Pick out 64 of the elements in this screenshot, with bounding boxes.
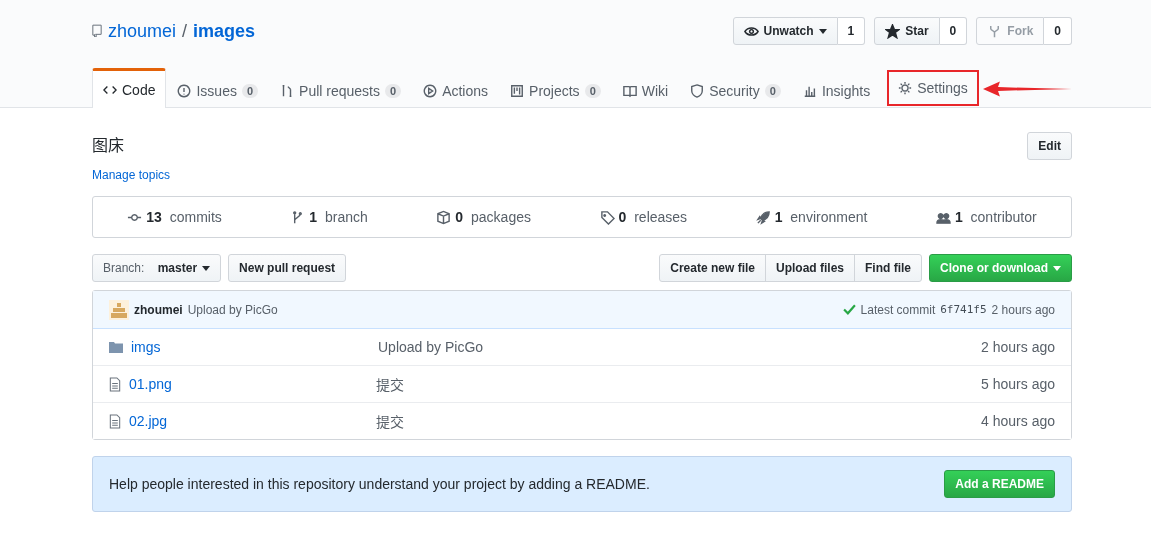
repo-tab[interactable]: Settings	[887, 70, 979, 106]
file-name-link[interactable]: 01.png	[129, 376, 376, 392]
board-icon	[510, 83, 525, 98]
avatar-icon	[109, 299, 129, 320]
play-icon	[423, 83, 438, 98]
repo-tab[interactable]: Insights	[791, 70, 882, 108]
stat-link[interactable]: 1 branch	[290, 209, 368, 225]
file-name-link[interactable]: 02.jpg	[129, 413, 376, 429]
file-action-button[interactable]: Find file	[854, 254, 922, 282]
shield-icon	[690, 83, 705, 98]
star-button[interactable]: Star	[874, 17, 940, 45]
manage-topics-link[interactable]: Manage topics	[92, 168, 171, 182]
file-icon	[109, 413, 121, 429]
folder-icon	[109, 341, 123, 353]
path-separator: /	[182, 20, 188, 42]
stat-link[interactable]: 0 releases	[599, 209, 688, 225]
commit-age: 2 hours ago	[991, 302, 1055, 317]
file-commit-message[interactable]: Upload by PicGo	[378, 339, 982, 355]
package-icon	[436, 209, 452, 225]
repo-tab[interactable]: Actions	[412, 70, 500, 108]
watch-count[interactable]: 1	[837, 17, 866, 45]
repo-tab[interactable]: Issues 0	[166, 70, 270, 108]
file-age: 4 hours ago	[981, 413, 1055, 429]
stat-link[interactable]: 1 environment	[755, 209, 868, 225]
issue-icon	[177, 83, 192, 98]
stat-link[interactable]: 13 commits	[127, 209, 222, 225]
file-action-button[interactable]: Create new file	[659, 254, 766, 282]
latest-commit-label: Latest commit	[860, 302, 936, 317]
book-icon	[622, 83, 637, 98]
stat-link[interactable]: 1 contributor	[935, 209, 1037, 225]
repo-icon	[92, 24, 102, 38]
branch-button[interactable]: Branch: master	[92, 254, 222, 282]
commit-message[interactable]: Upload by PicGo	[187, 302, 278, 317]
caret-icon	[818, 28, 827, 34]
repo-tab[interactable]: Wiki	[611, 70, 680, 108]
readme-prompt: Help people interested in this repository understand your project by adding a README.	[109, 476, 650, 492]
repo-tab[interactable]: Code	[92, 68, 167, 108]
stat-link[interactable]: 0 packages	[436, 209, 531, 225]
file-action-button[interactable]: Upload files	[765, 254, 855, 282]
caret-icon	[202, 265, 211, 271]
file-age: 2 hours ago	[981, 339, 1055, 355]
new-pull-request-button[interactable]: New pull request	[228, 254, 347, 282]
repo-name-link[interactable]: images	[193, 20, 256, 42]
caret-icon	[1053, 265, 1061, 271]
star-icon	[885, 23, 901, 39]
repo-tab[interactable]: Pull requests 0	[269, 70, 413, 108]
commit-sha[interactable]: 6f741f5	[940, 303, 987, 316]
repo-tab[interactable]: Security 0	[679, 70, 792, 108]
file-commit-message[interactable]: 提交	[376, 374, 982, 394]
rocket-icon	[755, 209, 771, 225]
watch-button[interactable]: Unwatch	[732, 17, 838, 45]
edit-button[interactable]: Edit	[1027, 132, 1072, 160]
star-count[interactable]: 0	[939, 17, 968, 45]
commit-author[interactable]: zhoumei	[134, 302, 183, 317]
settings-icon	[898, 81, 913, 95]
repo-description: 图床	[92, 136, 125, 156]
check-icon	[842, 303, 856, 316]
file-commit-message[interactable]: 提交	[376, 411, 982, 431]
tag-icon	[599, 209, 615, 225]
file-icon	[109, 376, 121, 392]
repo-tab[interactable]: Projects 0	[499, 70, 612, 108]
owner-link[interactable]: zhoumei	[108, 20, 177, 42]
file-name-link[interactable]: imgs	[131, 339, 378, 355]
file-age: 5 hours ago	[981, 376, 1055, 392]
